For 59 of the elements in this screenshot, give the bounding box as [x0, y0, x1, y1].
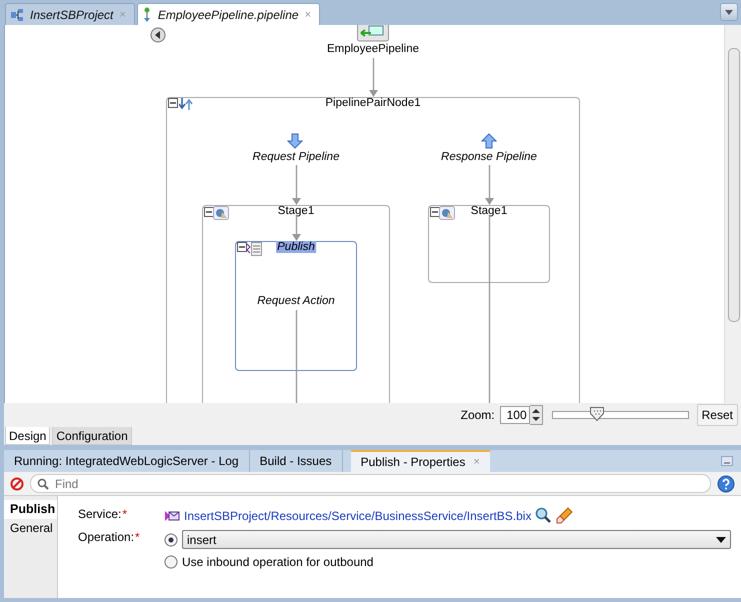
- search-icon: [37, 478, 49, 490]
- required-mark: *: [135, 530, 140, 546]
- field-label: Operation:: [78, 530, 134, 546]
- view-tab[interactable]: Configuration: [52, 427, 132, 445]
- pipeline-icon: [142, 6, 152, 22]
- minimize-icon[interactable]: [721, 456, 733, 466]
- scrollbar[interactable]: [724, 25, 741, 403]
- dropdown-icon[interactable]: [720, 3, 738, 21]
- radio-button[interactable]: [164, 532, 178, 546]
- caret-icon: [716, 536, 726, 542]
- pipeline-label: Request Pipeline: [252, 151, 340, 163]
- stage-label: Stage1: [278, 205, 314, 217]
- search-icon[interactable]: [535, 507, 552, 524]
- stage-icon: [213, 206, 229, 220]
- search-field[interactable]: Find: [30, 474, 711, 493]
- radio-button[interactable]: [164, 555, 178, 569]
- editor-tab[interactable]: EmployeePipeline.pipeline ×: [136, 3, 320, 25]
- required-mark: *: [122, 507, 128, 523]
- property-tab[interactable]: General: [4, 519, 57, 538]
- slider-thumb[interactable]: [590, 407, 604, 421]
- eraser-icon[interactable]: [556, 507, 574, 524]
- collapse-icon[interactable]: [430, 207, 440, 217]
- collapse-icon[interactable]: [204, 207, 214, 217]
- panel-tab[interactable]: Publish - Properties ×: [350, 450, 490, 472]
- service-link[interactable]: InsertSBProject/Resources/Service/BusinessService/InsertBS.bix: [164, 508, 532, 524]
- pipeline-label: EmployeePipeline: [326, 43, 420, 55]
- stage-icon: [439, 206, 455, 220]
- publish-icon: [246, 242, 262, 256]
- field-label: Service:: [78, 507, 122, 523]
- pipeline-label: Response Pipeline: [441, 151, 537, 163]
- collapse-icon[interactable]: [168, 98, 178, 108]
- connector-arrow: [484, 165, 494, 205]
- node-label: PipelinePairNode1: [325, 97, 421, 109]
- project-icon: [10, 8, 24, 22]
- pipeline-pair-icon: [179, 98, 193, 110]
- panel-tab[interactable]: Running: IntegratedWebLogicServer - Log: [4, 450, 250, 472]
- operation-dropdown[interactable]: insert: [182, 530, 731, 549]
- up-arrow-icon: [481, 133, 497, 149]
- stage-label: Stage1: [470, 205, 508, 217]
- back-icon: [150, 27, 166, 43]
- spinner-icon[interactable]: [530, 405, 543, 425]
- connector-arrow: [292, 165, 300, 205]
- connector-arrow: [292, 215, 300, 241]
- editor-tab[interactable]: InsertSBProject ×: [5, 3, 135, 25]
- radio-label[interactable]: Use inbound operation for outbound: [182, 555, 374, 569]
- action-label: Request Action: [257, 295, 335, 307]
- connector-arrow: [368, 58, 378, 97]
- stop-icon[interactable]: [10, 476, 24, 490]
- panel-tab[interactable]: Build - Issues: [250, 450, 343, 472]
- zoom-label: Zoom:: [460, 408, 495, 422]
- down-arrow-icon: [287, 133, 303, 149]
- action-label: Publish: [276, 241, 316, 253]
- service-icon: [357, 25, 389, 42]
- collapse-icon[interactable]: [237, 242, 247, 252]
- reset-button[interactable]: Reset: [696, 404, 738, 426]
- help-icon[interactable]: [717, 474, 735, 492]
- view-tab[interactable]: Design: [5, 427, 50, 445]
- zoom-field[interactable]: 100: [500, 406, 530, 424]
- property-tab[interactable]: Publish: [4, 500, 57, 519]
